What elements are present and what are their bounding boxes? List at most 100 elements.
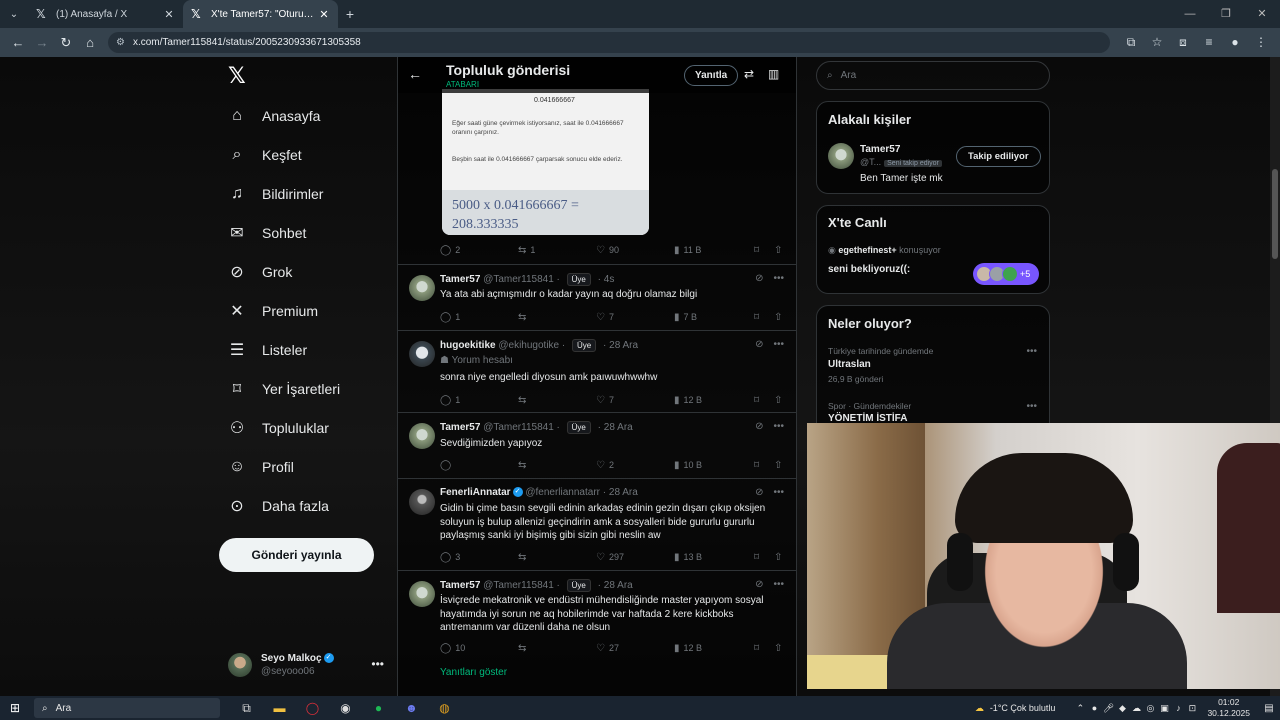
- tweet-time[interactable]: 4s: [604, 274, 615, 285]
- grok-icon[interactable]: ⊘: [755, 487, 763, 498]
- more-dots-icon[interactable]: •••: [371, 657, 384, 671]
- reader-icon[interactable]: ▥: [768, 67, 779, 81]
- media-icon[interactable]: ≡: [1196, 35, 1222, 50]
- search-input[interactable]: ⌕ Ara: [816, 61, 1050, 90]
- repost-action[interactable]: ⇆: [518, 312, 530, 323]
- tray-app-icon[interactable]: ◎: [1143, 703, 1157, 714]
- views-action[interactable]: ▮ 12 B: [674, 643, 702, 654]
- profile-icon[interactable]: ●: [1222, 35, 1248, 50]
- repost-action[interactable]: ⇆: [518, 643, 530, 654]
- author-name[interactable]: hugoekitike: [440, 340, 496, 351]
- views-action[interactable]: ▮ 7 B: [674, 312, 697, 323]
- bookmark-action[interactable]: ⌑: [754, 395, 763, 406]
- opera-icon[interactable]: ◯: [296, 701, 329, 716]
- nav-more[interactable]: ⊙ Daha fazla: [226, 491, 329, 521]
- more-dots-icon[interactable]: •••: [773, 273, 784, 284]
- windows-start-icon[interactable]: ⊞: [0, 701, 30, 715]
- x-logo-icon[interactable]: 𝕏: [228, 63, 246, 89]
- extensions-icon[interactable]: ⧈: [1170, 35, 1196, 50]
- community-name[interactable]: ATABARI: [446, 80, 479, 89]
- reply-action[interactable]: ◯: [440, 460, 455, 471]
- reply-action[interactable]: ◯ 3: [440, 552, 460, 563]
- scrollbar-thumb[interactable]: [1272, 169, 1278, 259]
- show-replies-link[interactable]: Yanıtları göster: [440, 667, 507, 678]
- more-dots-icon[interactable]: •••: [1026, 346, 1037, 357]
- person-name[interactable]: Tamer57: [860, 144, 900, 155]
- nav-communities[interactable]: ⚇ Topluluklar: [226, 413, 329, 443]
- reply-tweet[interactable]: hugoekitike @ekihugotike · Üye · 28 Ara …: [398, 330, 796, 412]
- speaker-icon[interactable]: ♪: [1171, 703, 1185, 714]
- menu-icon[interactable]: ⋮: [1248, 35, 1274, 50]
- share-action[interactable]: ⇧: [774, 245, 786, 256]
- tray-app-icon[interactable]: ☁: [1129, 703, 1143, 714]
- notification-icon[interactable]: ▤: [1258, 703, 1280, 714]
- back-arrow-icon[interactable]: ←: [408, 66, 422, 82]
- author-handle[interactable]: @fenerliannatarr: [525, 487, 600, 498]
- grok-icon[interactable]: ⊘: [755, 421, 763, 432]
- microphone-icon[interactable]: 🎤︎: [1101, 703, 1115, 714]
- nav-lists[interactable]: ☰ Listeler: [226, 335, 307, 365]
- avatar[interactable]: [409, 341, 435, 367]
- reply-tweet[interactable]: Tamer57 @Tamer115841 · Üye · 28 Ara ⊘ •••…: [398, 412, 796, 478]
- author-name[interactable]: FenerliAnnatar: [440, 487, 511, 498]
- nav-grok[interactable]: ⊘ Grok: [226, 257, 292, 287]
- views-action[interactable]: ▮ 12 B: [674, 395, 702, 406]
- reply-action[interactable]: ◯ 1: [440, 312, 460, 323]
- avatar[interactable]: [409, 275, 435, 301]
- more-dots-icon[interactable]: •••: [773, 339, 784, 350]
- author-name[interactable]: Tamer57: [440, 422, 480, 433]
- avatar[interactable]: [409, 423, 435, 449]
- browser-tab-1[interactable]: 𝕏 (1) Anasayfa / X ✕: [28, 0, 183, 28]
- avatar[interactable]: [409, 489, 435, 515]
- adjust-icon[interactable]: ⇄: [744, 67, 754, 81]
- reply-tweet[interactable]: Tamer57 @Tamer115841 · Üye · 28 Ara ⊘ •••…: [398, 570, 796, 696]
- like-action[interactable]: ♡ 7: [596, 395, 614, 406]
- obs-icon[interactable]: ◉: [329, 701, 362, 716]
- reply-action[interactable]: ◯ 10: [440, 643, 465, 654]
- grok-icon[interactable]: ⊘: [755, 339, 763, 350]
- author-handle[interactable]: @Tamer115841: [483, 580, 554, 591]
- nav-explore[interactable]: ⌕ Keşfet: [226, 140, 302, 170]
- weather-widget[interactable]: ☁ -1°C Çok bulutlu: [975, 703, 1056, 714]
- nav-messages[interactable]: ✉ Sohbet: [226, 218, 306, 248]
- views-action[interactable]: ▮ 13 B: [674, 552, 702, 563]
- account-switcher[interactable]: Seyo Malkoç ✓ @seyooo06 •••: [228, 645, 388, 685]
- share-action[interactable]: ⇧: [774, 460, 786, 471]
- tweet-time[interactable]: 28 Ara: [604, 422, 633, 433]
- taskbar-search[interactable]: ⌕ Ara: [34, 698, 220, 718]
- repost-action[interactable]: ⇆ 1: [518, 245, 535, 256]
- reply-tweet[interactable]: Tamer57 @Tamer115841 · Üye · 4s ⊘ ••• Ya …: [398, 264, 796, 330]
- like-action[interactable]: ♡ 2: [596, 460, 614, 471]
- bookmark-action[interactable]: ⌑: [754, 312, 763, 323]
- reload-icon[interactable]: ↻: [54, 35, 78, 51]
- repost-action[interactable]: ⇆: [518, 552, 530, 563]
- share-action[interactable]: ⇧: [774, 312, 786, 323]
- task-view-icon[interactable]: ⧉: [230, 701, 263, 716]
- avatar[interactable]: [409, 581, 435, 607]
- network-icon[interactable]: ⊡: [1185, 703, 1199, 714]
- more-dots-icon[interactable]: •••: [773, 579, 784, 590]
- nav-premium[interactable]: ✕ Premium: [226, 296, 318, 326]
- minimize-icon[interactable]: —: [1172, 0, 1208, 28]
- clock[interactable]: 01:02 30.12.2025: [1207, 697, 1250, 719]
- close-window-icon[interactable]: ✕: [1244, 0, 1280, 28]
- reply-tweet[interactable]: FenerliAnnatar ✓ @fenerliannatarr · 28 Ar…: [398, 478, 796, 570]
- author-handle[interactable]: @Tamer115841: [483, 422, 554, 433]
- repost-action[interactable]: ⇆: [518, 460, 530, 471]
- share-action[interactable]: ⇧: [774, 395, 786, 406]
- nav-profile[interactable]: ☺ Profil: [226, 452, 294, 482]
- author-handle[interactable]: @Tamer115841: [483, 274, 554, 285]
- tweet-time[interactable]: 28 Ara: [609, 340, 638, 351]
- live-panel[interactable]: X'te Canlı ◉ egethefinest+ konuşuyor sen…: [816, 205, 1050, 294]
- author-name[interactable]: Tamer57: [440, 580, 480, 591]
- views-action[interactable]: ▮ 11 B: [674, 245, 701, 256]
- post-image[interactable]: 0.041666667 Eğer saati güne çevirmek ist…: [442, 89, 649, 235]
- reply-action[interactable]: ◯ 1: [440, 395, 460, 406]
- bookmark-star-icon[interactable]: ☆: [1144, 35, 1170, 50]
- tray-app-icon[interactable]: ●: [1087, 703, 1101, 714]
- author-name[interactable]: Tamer57: [440, 274, 480, 285]
- bookmark-action[interactable]: ⌑: [754, 460, 763, 471]
- avatar[interactable]: [828, 143, 854, 169]
- nav-notifications[interactable]: ♫ Bildirimler: [226, 179, 323, 209]
- forward-icon[interactable]: →: [30, 35, 54, 50]
